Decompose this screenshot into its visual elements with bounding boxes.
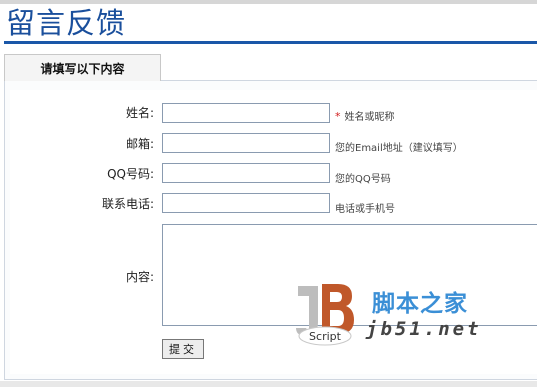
email-input[interactable] bbox=[162, 133, 330, 153]
logo-script-text: Script bbox=[309, 330, 342, 343]
submit-button[interactable]: 提交 bbox=[162, 339, 204, 359]
phone-hint: 电话或手机号 bbox=[335, 204, 395, 215]
qq-label: QQ号码: bbox=[107, 167, 154, 181]
name-hint: * 姓名或昵称 bbox=[335, 108, 395, 123]
tab-fill-in[interactable]: 请填写以下内容 bbox=[4, 54, 161, 81]
title-divider bbox=[4, 41, 537, 44]
qq-hint: 您的QQ号码 bbox=[335, 174, 391, 185]
phone-input[interactable] bbox=[162, 193, 330, 213]
jb51-logo: Script bbox=[296, 284, 354, 346]
qq-input[interactable] bbox=[162, 163, 330, 183]
content-label: 内容: bbox=[125, 270, 154, 284]
required-mark: * bbox=[335, 110, 341, 123]
watermark-site-url: jb51.net bbox=[366, 318, 482, 340]
email-hint: 您的Email地址（建议填写） bbox=[335, 143, 463, 154]
name-input[interactable] bbox=[162, 103, 330, 123]
phone-label: 联系电话: bbox=[101, 197, 154, 211]
name-label: 姓名: bbox=[125, 106, 154, 120]
email-label: 邮箱: bbox=[125, 137, 154, 151]
name-hint-text: 姓名或昵称 bbox=[344, 112, 395, 123]
page-title: 留言反馈 bbox=[6, 6, 127, 40]
watermark-site-name: 脚本之家 bbox=[372, 291, 468, 317]
bottom-strip bbox=[0, 381, 537, 387]
top-bar bbox=[0, 0, 537, 4]
